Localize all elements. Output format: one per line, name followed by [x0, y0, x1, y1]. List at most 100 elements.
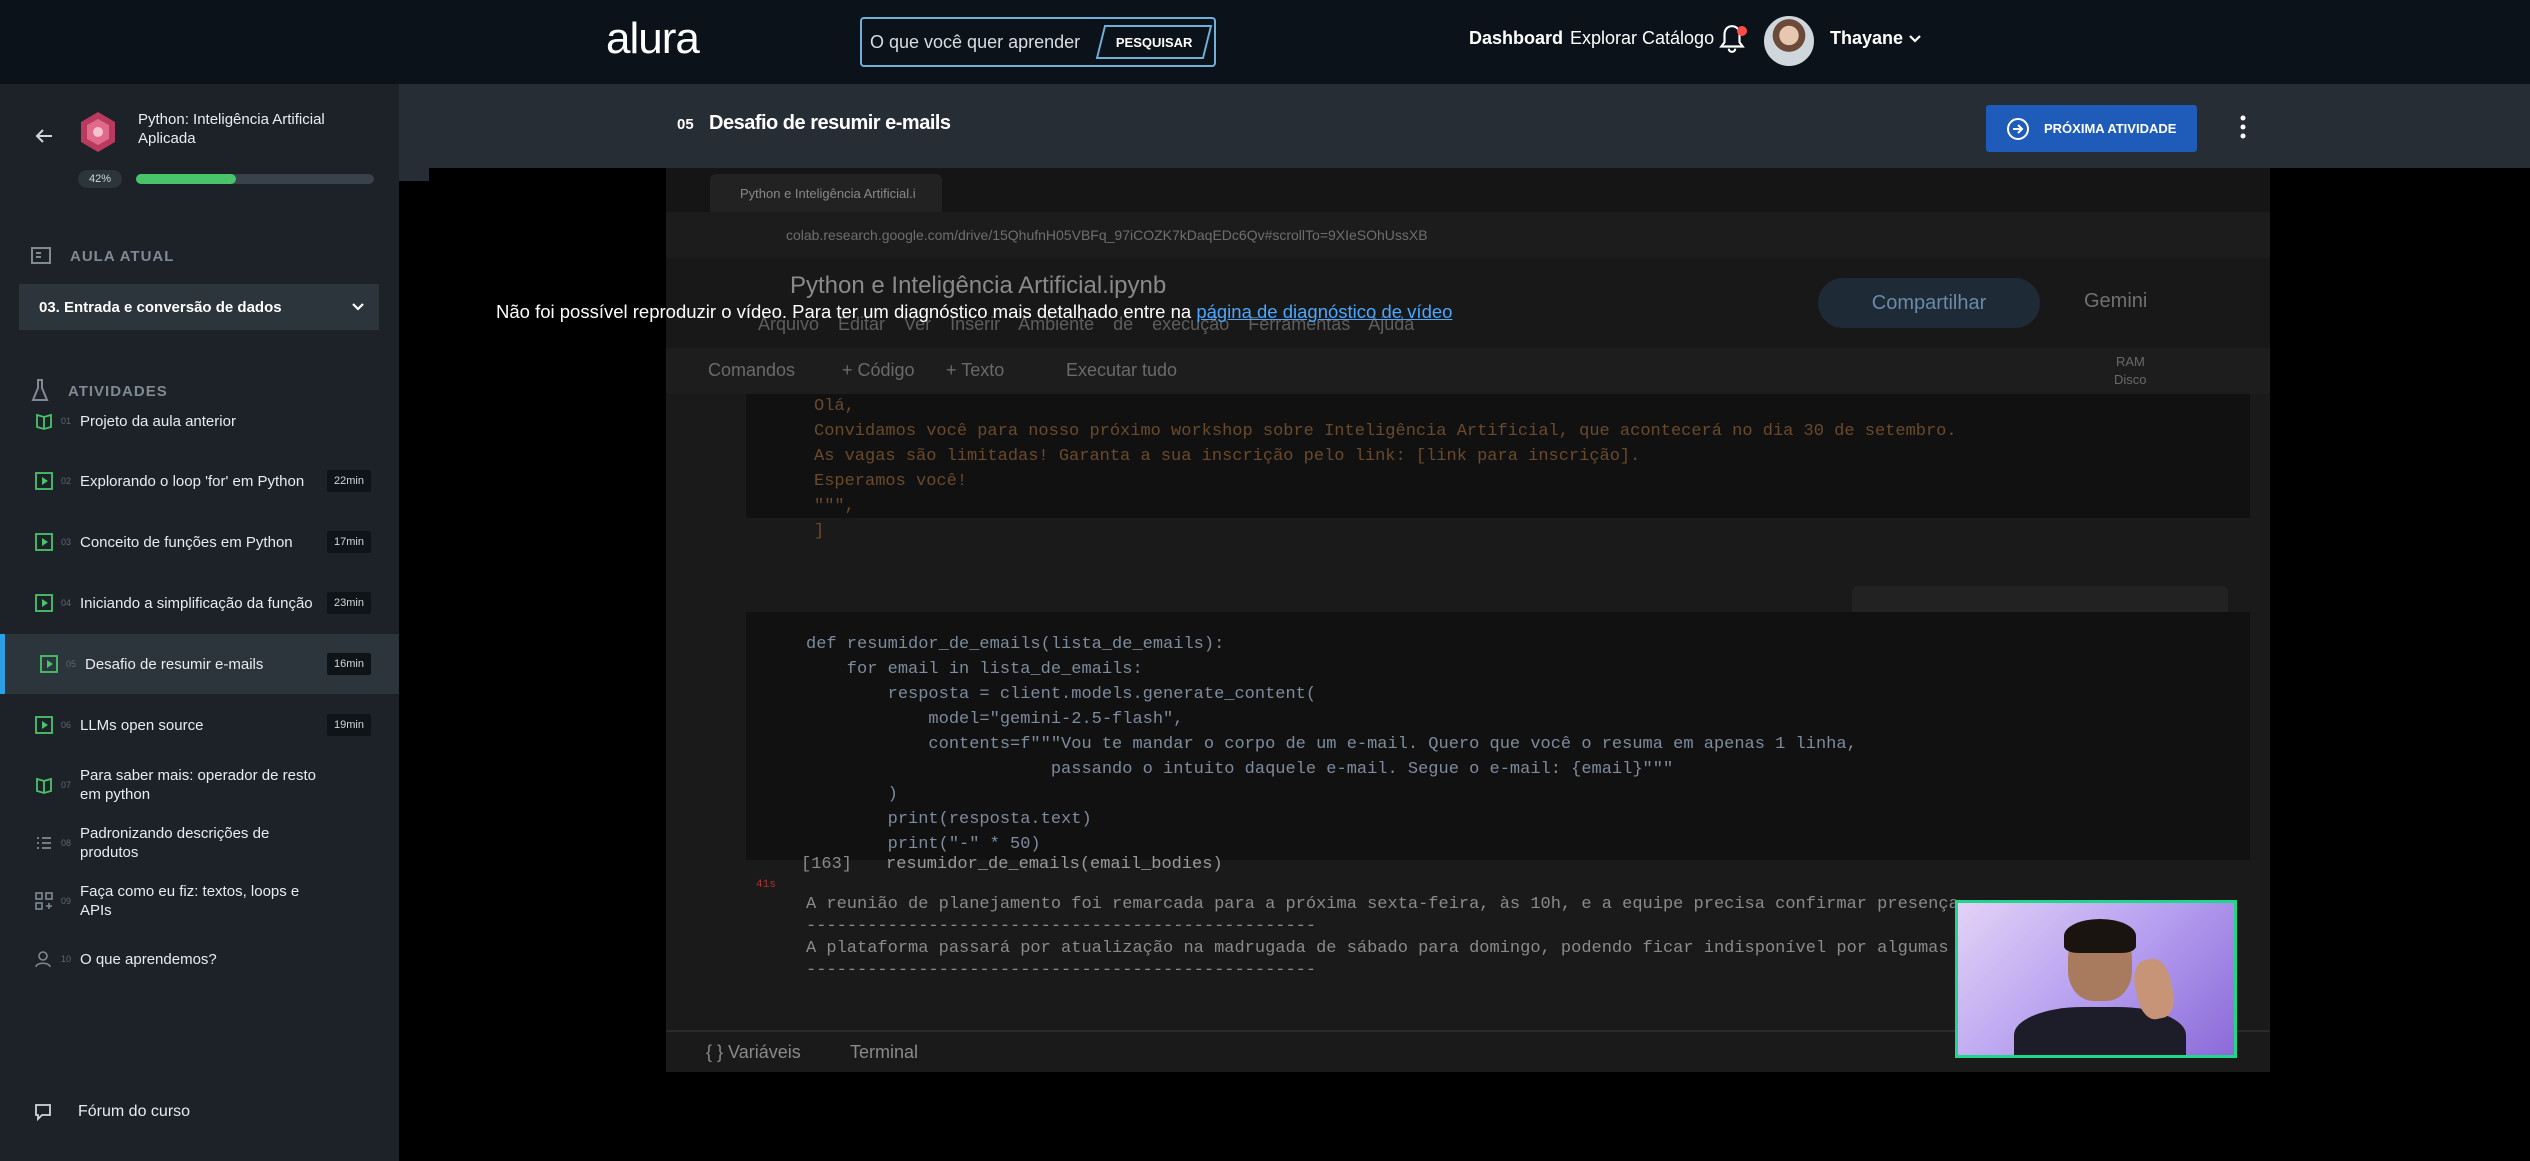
user-name[interactable]: Thayane: [1830, 28, 1903, 49]
play-icon: [35, 533, 53, 551]
video-toolbar-run: Executar tudo: [1066, 360, 1178, 380]
search-button[interactable]: PESQUISAR: [1095, 25, 1213, 59]
video-code-cell-2: def resumidor_de_emails(lista_de_emails)…: [746, 612, 2250, 860]
activity-duration: 17min: [327, 531, 371, 553]
notification-dot: [1737, 26, 1747, 36]
play-icon: [35, 716, 53, 734]
video-toolbar-code: + Código: [842, 360, 915, 380]
video-colab-toolbar: Comandos + Código + Texto Executar tudo …: [666, 348, 2270, 394]
code-line: contents=f"""Vou te mandar o corpo de um…: [806, 735, 1857, 754]
activity-duration: 22min: [327, 470, 371, 492]
activity-number: 02: [61, 476, 72, 486]
course-progress-fill: [136, 174, 236, 184]
instructor-pip-video[interactable]: [1955, 900, 2237, 1058]
video-notebook-title: Python e Inteligência Artificial.ipynb: [790, 272, 1167, 299]
instructor-hair: [2064, 919, 2136, 953]
user-avatar[interactable]: [1764, 16, 1814, 66]
next-activity-label: PRÓXIMA ATIVIDADE: [2044, 121, 2177, 136]
current-lesson-heading: AULA ATUAL: [30, 246, 174, 266]
book-icon: [36, 777, 52, 794]
code-line: passando o intuito daquele e-mail. Segue…: [806, 760, 1674, 779]
activity-number: 07: [61, 780, 72, 790]
activity-number: 03: [61, 537, 72, 547]
activity-label: Conceito de funções em Python: [80, 533, 293, 551]
current-lesson-select[interactable]: 03. Entrada e conversão de dados: [19, 284, 379, 330]
search-box: PESQUISAR: [860, 17, 1216, 67]
video-run-time: 41s: [756, 879, 776, 891]
activity-number: 05: [66, 659, 77, 669]
activity-item-07[interactable]: 07 Para saber mais: operador de resto em …: [0, 755, 399, 815]
list-icon: [37, 837, 51, 849]
video-variables-tab: { } Variáveis: [706, 1042, 801, 1062]
activity-title: Desafio de resumir e-mails: [709, 112, 951, 134]
activity-label: Projeto da aula anterior: [80, 412, 236, 430]
course-progress-bar: [136, 174, 374, 184]
video-run-count: [163]: [801, 855, 853, 874]
activity-number: 09: [61, 896, 72, 906]
video-disk-label: Disco: [2114, 372, 2147, 387]
video-terminal-tab: Terminal: [850, 1042, 919, 1062]
search-input[interactable]: [870, 29, 1106, 55]
top-navbar: alura PESQUISAR Dashboard Explorar Catál…: [0, 0, 2530, 84]
play-icon: [35, 594, 53, 612]
code-line: model="gemini-2.5-flash",: [806, 710, 1184, 729]
person-icon: [35, 951, 51, 968]
video-diagnostic-link[interactable]: página de diagnóstico de vídeo: [1196, 301, 1452, 322]
code-line: A reunião de planejamento foi remarcada …: [806, 895, 1969, 914]
activity-item-08[interactable]: 08 Padronizando descrições de produtos: [0, 813, 399, 873]
activity-duration: 19min: [327, 714, 371, 736]
video-toolbar-text: + Texto: [946, 360, 1005, 380]
code-line: Esperamos você!: [814, 472, 968, 491]
video-toolbar-commands: Comandos: [708, 360, 796, 380]
course-sidebar: Python: Inteligência Artificial Aplicada…: [0, 84, 399, 1161]
back-arrow-icon[interactable]: [32, 124, 56, 148]
activity-label: Padronizando descrições de produtos: [80, 825, 270, 861]
activity-item-04[interactable]: 04 Iniciando a simplificação da função 23m…: [0, 573, 399, 633]
activity-item-03[interactable]: 03 Conceito de funções em Python 17min: [0, 512, 399, 572]
activity-number: 05: [677, 116, 694, 133]
more-options-icon[interactable]: [2233, 110, 2253, 144]
code-line: for email in lista_de_emails:: [806, 660, 1143, 679]
forum-link[interactable]: Fórum do curso: [34, 1103, 190, 1121]
code-icon: [35, 892, 53, 910]
activity-label: LLMs open source: [80, 716, 204, 734]
activity-item-06[interactable]: 06 LLMs open source 19min: [0, 695, 399, 755]
activity-label: Para saber mais: operador de resto em py…: [80, 767, 316, 803]
chevron-down-icon: [352, 303, 364, 311]
video-run-call: resumidor_de_emails(email_bodies): [886, 855, 1223, 874]
code-line: A plataforma passará por atualização na …: [806, 939, 1980, 958]
alura-logo[interactable]: alura: [606, 14, 700, 64]
video-colab-left-rail: [666, 394, 732, 1034]
activity-number: 10: [61, 954, 72, 964]
activity-item-10[interactable]: 10 O que aprendemos?: [0, 929, 399, 989]
code-line: def resumidor_de_emails(lista_de_emails)…: [806, 635, 1225, 654]
book-open-icon: [31, 247, 51, 264]
code-line: ]: [814, 522, 825, 541]
arrow-circle-right-icon: [2007, 117, 2029, 140]
code-line: Olá,: [814, 397, 855, 416]
play-icon: [40, 655, 58, 673]
video-gemini-label: Gemini: [2084, 290, 2148, 312]
activity-duration: 23min: [327, 592, 371, 614]
course-badge-icon: [81, 112, 115, 152]
activity-label: O que aprendemos?: [80, 950, 217, 968]
code-line: """,: [814, 497, 855, 516]
nav-catalog-link[interactable]: Explorar Catálogo: [1570, 28, 1714, 49]
activity-item-02[interactable]: 02 Explorando o loop 'for' em Python 22min: [0, 451, 399, 511]
activity-item-09[interactable]: 09 Faça como eu fiz: textos, loops e APIs: [0, 871, 399, 931]
video-url: colab.research.google.com/drive/15QhufnH…: [786, 227, 1428, 243]
activity-item-05[interactable]: 05 Desafio de resumir e-mails 16min: [0, 634, 399, 694]
nav-dashboard-link[interactable]: Dashboard: [1469, 28, 1563, 49]
video-ram-label: RAM: [2116, 354, 2145, 369]
activity-number: 01: [61, 416, 72, 426]
course-title[interactable]: Python: Inteligência Artificial Aplicada: [138, 110, 358, 148]
activity-number: 08: [61, 838, 72, 848]
chevron-down-icon[interactable]: [1908, 32, 1922, 46]
book-icon: [36, 413, 52, 430]
activity-item-01[interactable]: 01 Projeto da aula anterior: [0, 391, 399, 451]
next-activity-button[interactable]: PRÓXIMA ATIVIDADE: [1986, 105, 2197, 152]
activity-label: Iniciando a simplificação da função: [80, 594, 313, 612]
activity-label: Desafio de resumir e-mails: [85, 655, 264, 673]
video-output-lines: A reunião de planejamento foi remarcada …: [806, 894, 1979, 982]
code-line: ): [806, 785, 898, 804]
